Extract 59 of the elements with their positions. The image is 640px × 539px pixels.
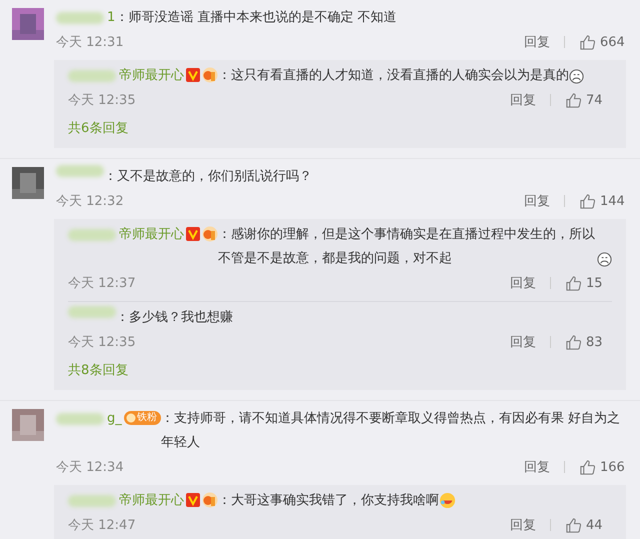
reply-link[interactable]: 回复 [524, 192, 550, 210]
blurred-name [56, 165, 104, 177]
blurred-name [56, 12, 104, 24]
more-replies-link[interactable]: 共8条回复 [68, 360, 612, 382]
timestamp: 今天 12:32 [56, 193, 125, 210]
timestamp: 今天 12:37 [68, 275, 137, 292]
reply-link[interactable]: 回复 [524, 458, 550, 476]
user-name[interactable]: 帝师最开心 [119, 489, 184, 513]
blurred-name [68, 70, 116, 82]
emoji-icon [569, 69, 584, 84]
user-name[interactable]: 帝师最开心 [119, 223, 184, 247]
blurred-name [68, 306, 116, 318]
reply-text: ：多少钱？我也想赚 [116, 309, 233, 327]
more-replies-link[interactable]: 共6条回复 [68, 118, 612, 140]
emoji-icon [439, 492, 456, 509]
like-count: 15 [586, 276, 604, 290]
reply-link[interactable]: 回复 [510, 91, 536, 109]
reply-link[interactable]: 回复 [510, 333, 536, 351]
user-name[interactable]: 1 [107, 6, 116, 30]
reply-text: ：这只有看直播的人才知道，没看直播的人确实会以为是真的 [218, 67, 569, 85]
level-icon [202, 226, 218, 242]
timestamp: 今天 12:34 [56, 459, 125, 476]
reply-link[interactable]: 回复 [510, 274, 536, 292]
user-name[interactable]: 帝师最开心 [119, 64, 184, 88]
thumbs-up-icon[interactable] [579, 34, 596, 50]
level-icon [202, 492, 218, 508]
like-count: 74 [586, 92, 604, 108]
like-count: 664 [600, 34, 626, 50]
comment-text: ：支持师哥，请不知道具体情况得不要断章取义得曾热点，有因必有果 好自为之年轻人 [160, 410, 621, 452]
verified-icon [186, 68, 200, 82]
level-icon [202, 67, 218, 84]
verified-icon [186, 493, 200, 508]
like-count: 44 [586, 518, 604, 532]
comment-text: ：师哥没造谣 直播中本来也说的是不确定 不知道 [115, 9, 397, 27]
comment-text: ：又不是故意的，你们别乱说行吗？ [104, 168, 312, 186]
reply-text: ：大哥这事确实我错了，你支持我啥啊 [218, 492, 439, 510]
reply-text: ：感谢你的理解，但是这个事情确实是在直播过程中发生的，所以不管是不是故意，都是我的问题，对不起 [218, 226, 596, 268]
blurred-name [68, 229, 116, 241]
like-count: 144 [600, 194, 626, 208]
reply-link[interactable]: 回复 [524, 33, 550, 51]
emoji-icon [597, 252, 612, 267]
reply-link[interactable]: 回复 [510, 516, 536, 534]
fan-badge: 铁粉 [124, 411, 161, 426]
like-count: 83 [586, 334, 604, 350]
thumbs-up-icon[interactable] [565, 274, 582, 292]
blurred-name [56, 413, 104, 425]
thumbs-up-icon[interactable] [565, 92, 582, 108]
thumbs-up-icon[interactable] [565, 516, 582, 534]
user-name[interactable]: g_ [107, 407, 122, 431]
verified-icon [186, 227, 200, 242]
timestamp: 今天 12:47 [68, 517, 137, 534]
thumbs-up-icon[interactable] [565, 334, 582, 350]
blurred-name [68, 495, 116, 507]
timestamp: 今天 12:31 [56, 34, 125, 51]
like-count: 166 [600, 460, 626, 474]
timestamp: 今天 12:35 [68, 334, 137, 351]
thumbs-up-icon[interactable] [579, 458, 596, 476]
timestamp: 今天 12:35 [68, 92, 137, 109]
thumbs-up-icon[interactable] [579, 192, 596, 210]
